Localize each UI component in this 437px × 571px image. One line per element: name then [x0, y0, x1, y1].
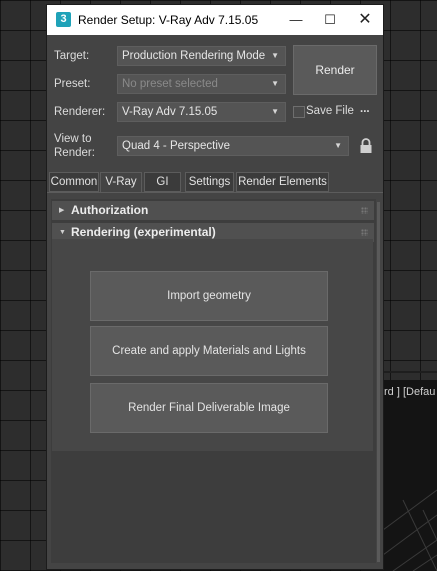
rendering-rollout-title: Rendering (experimental)	[71, 225, 216, 239]
rollout-scrollbar[interactable]	[377, 202, 380, 562]
window-title: Render Setup: V-Ray Adv 7.15.05	[78, 13, 259, 27]
tab-gi[interactable]: GI	[144, 172, 181, 192]
chevron-down-icon: ▼	[271, 51, 279, 60]
minimize-button[interactable]: —	[279, 5, 313, 35]
tab-common[interactable]: Common	[49, 172, 99, 192]
import-geometry-button[interactable]: Import geometry	[90, 271, 328, 321]
chevron-down-icon: ▼	[271, 107, 279, 116]
chevron-down-icon: ▼	[271, 79, 279, 88]
view-to-render-dropdown[interactable]: Quad 4 - Perspective ▼	[117, 136, 349, 156]
close-button[interactable]: ✕	[348, 5, 382, 35]
render-setup-window: 3 Render Setup: V-Ray Adv 7.15.05 — ☐ ✕ …	[46, 4, 384, 570]
target-label: Target:	[54, 50, 90, 62]
save-file-label[interactable]: Save File	[306, 105, 354, 117]
tab-bar: Common V-Ray GI Settings Render Elements	[47, 172, 383, 193]
authorization-rollout-header[interactable]: ▶ Authorization	[52, 201, 374, 220]
browse-save-file-button[interactable]: ...	[360, 103, 370, 115]
viewport-perspective-grid	[383, 489, 437, 571]
renderer-dropdown[interactable]: V-Ray Adv 7.15.05 ▼	[117, 102, 286, 122]
tab-render-elements[interactable]: Render Elements	[236, 172, 329, 192]
preset-label: Preset:	[54, 78, 91, 90]
3ds-max-icon: 3	[56, 12, 71, 27]
vray-rollout-panel: ▶ Authorization ▼ Rendering (experimenta…	[51, 199, 380, 563]
view-to-render-value: Quad 4 - Perspective	[122, 140, 231, 152]
drag-grip-icon[interactable]	[361, 207, 368, 214]
viewport-divider	[383, 371, 437, 373]
viewport-label[interactable]: rd ] [Defau	[384, 386, 435, 398]
render-final-image-button[interactable]: Render Final Deliverable Image	[90, 383, 328, 433]
preset-dropdown[interactable]: No preset selected ▼	[117, 74, 286, 94]
renderer-label: Renderer:	[54, 106, 106, 118]
view-to-render-label-line1: View to	[54, 133, 92, 145]
drag-grip-icon[interactable]	[361, 229, 368, 236]
triangle-right-icon: ▶	[59, 207, 65, 214]
preset-value: No preset selected	[122, 78, 218, 90]
view-to-render-label-line2: Render:	[54, 147, 95, 159]
create-materials-lights-button[interactable]: Create and apply Materials and Lights	[90, 326, 328, 376]
authorization-rollout-title: Authorization	[71, 203, 149, 217]
rendering-rollout-body: Import geometry Create and apply Materia…	[52, 239, 373, 451]
render-button[interactable]: Render	[293, 45, 377, 95]
renderer-value: V-Ray Adv 7.15.05	[122, 106, 218, 118]
tab-divider	[47, 192, 383, 193]
chevron-down-icon: ▼	[334, 141, 342, 150]
tab-settings[interactable]: Settings	[185, 172, 234, 192]
tab-vray[interactable]: V-Ray	[100, 172, 142, 193]
title-bar[interactable]: 3 Render Setup: V-Ray Adv 7.15.05 — ☐ ✕	[47, 5, 383, 35]
target-dropdown[interactable]: Production Rendering Mode ▼	[117, 46, 286, 66]
save-file-checkbox[interactable]	[293, 106, 305, 118]
target-value: Production Rendering Mode	[122, 50, 266, 62]
maximize-button[interactable]: ☐	[313, 5, 347, 35]
lock-icon[interactable]	[359, 138, 373, 154]
